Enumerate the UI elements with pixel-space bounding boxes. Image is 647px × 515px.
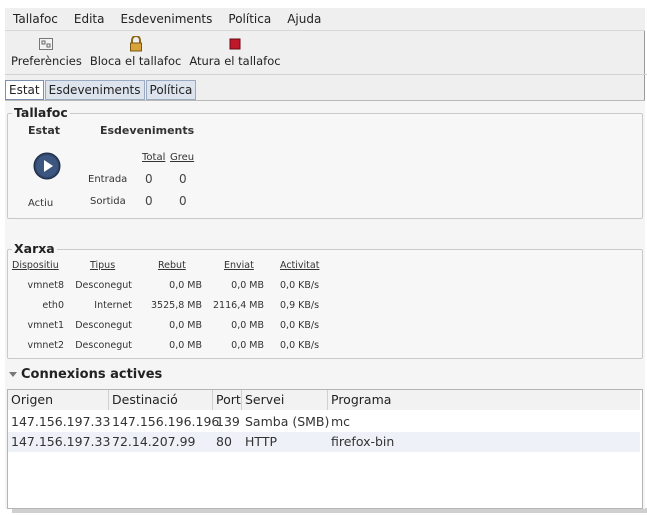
connection-cell-port: 80: [216, 434, 232, 449]
network-cell-dispositiu: vmnet2: [27, 340, 64, 351]
entrada-label: Entrada: [88, 174, 128, 185]
network-cell-dispositiu: vmnet8: [27, 280, 64, 291]
network-cell-enviat: 0,0 MB: [231, 320, 264, 331]
total-header[interactable]: Total: [142, 152, 165, 163]
network-cell-rebut: 0,0 MB: [169, 340, 202, 351]
col-rebut[interactable]: Rebut: [158, 260, 186, 271]
col-dispositiu[interactable]: Dispositiu: [12, 260, 59, 271]
sortida-total-value: 0: [145, 194, 153, 208]
network-cell-enviat: 0,0 MB: [231, 340, 264, 351]
network-cell-tipus: Desconegut: [75, 320, 132, 331]
col-tipus[interactable]: Tipus: [90, 260, 115, 271]
tab-esdeveniments[interactable]: Esdeveniments: [44, 80, 145, 100]
connection-cell-destinacio: 147.156.196.196: [112, 414, 220, 429]
esdeveniments-header: Esdeveniments: [100, 124, 195, 137]
connection-row[interactable]: 147.156.197.33 147.156.196.196 139 Samba (S…: [8, 412, 640, 432]
play-icon[interactable]: [33, 152, 61, 183]
col-enviat[interactable]: Enviat: [224, 260, 254, 271]
preferences-label: Preferències: [11, 54, 82, 68]
connection-cell-port: 139: [216, 414, 240, 429]
network-cell-activitat: 0,0 KB/s: [280, 320, 320, 331]
firestarter-window: Tallafoc Edita Esdeveniments Política Aj…: [5, 8, 647, 509]
col-origen[interactable]: Origen: [8, 390, 109, 410]
tab-politica[interactable]: Política: [145, 80, 197, 100]
firewall-status: Actiu: [28, 198, 54, 209]
network-cell-tipus: Internet: [94, 300, 132, 311]
firewall-title: Tallafoc: [12, 105, 70, 120]
connection-cell-programa: mc: [331, 414, 351, 429]
lock-firewall-button[interactable]: Bloca el tallafoc: [86, 30, 185, 68]
network-cell-dispositiu: vmnet1: [27, 320, 64, 331]
connections-title: Connexions actives: [21, 366, 163, 382]
firewall-frame: Tallafoc Estat Esdeveniments Total Greu …: [7, 105, 643, 219]
connection-cell-origen: 147.156.197.33: [11, 414, 111, 429]
preferences-icon: [37, 36, 55, 52]
entrada-total-value: 0: [145, 172, 153, 186]
expander-arrow-icon: [9, 367, 17, 381]
network-cell-activitat: 0,0 KB/s: [280, 280, 320, 291]
connection-cell-programa: firefox-bin: [331, 434, 395, 449]
menu-tallafoc[interactable]: Tallafoc: [5, 12, 66, 26]
entrada-greu-value: 0: [179, 172, 187, 186]
col-destinacio[interactable]: Destinació: [109, 390, 213, 410]
col-programa[interactable]: Programa: [328, 390, 640, 410]
stop-firewall-label: Atura el tallafoc: [189, 54, 281, 68]
tab-estat[interactable]: Estat: [5, 80, 44, 100]
network-cell-tipus: Desconegut: [75, 340, 132, 351]
connection-cell-servei: HTTP: [245, 434, 277, 449]
padlock-icon: [127, 36, 145, 52]
menu-bar: Tallafoc Edita Esdeveniments Política Aj…: [5, 8, 645, 31]
sortida-greu-value: 0: [179, 194, 187, 208]
connections-table: Origen Destinació Port Servei Programa 1…: [7, 389, 643, 509]
col-port[interactable]: Port: [213, 390, 242, 410]
sortida-label: Sortida: [90, 196, 126, 207]
menu-ajuda[interactable]: Ajuda: [279, 12, 329, 26]
network-cell-activitat: 0,0 KB/s: [280, 340, 320, 351]
col-activitat[interactable]: Activitat: [280, 260, 319, 271]
col-servei[interactable]: Servei: [242, 390, 328, 410]
tab-bar: Estat Esdeveniments Política: [5, 80, 197, 100]
network-cell-rebut: 0,0 MB: [169, 320, 202, 331]
status-panel: Tallafoc Estat Esdeveniments Total Greu …: [5, 100, 645, 509]
stop-icon: [226, 36, 244, 52]
menu-edita[interactable]: Edita: [66, 12, 113, 26]
network-cell-dispositiu: eth0: [42, 300, 64, 311]
network-cell-rebut: 0,0 MB: [169, 280, 202, 291]
connections-expander[interactable]: Connexions actives: [5, 365, 645, 383]
estat-header: Estat: [28, 124, 61, 137]
greu-header[interactable]: Greu: [170, 152, 194, 163]
network-cell-activitat: 0,9 KB/s: [280, 300, 320, 311]
connection-cell-destinacio: 72.14.207.99: [112, 434, 196, 449]
network-cell-enviat: 2116,4 MB: [213, 300, 264, 311]
network-cell-rebut: 3525,8 MB: [151, 300, 202, 311]
connection-cell-origen: 147.156.197.33: [11, 434, 111, 449]
connection-cell-servei: Samba (SMB): [245, 414, 330, 429]
stop-firewall-button[interactable]: Atura el tallafoc: [185, 30, 284, 68]
network-cell-enviat: 0,0 MB: [231, 280, 264, 291]
preferences-button[interactable]: Preferències: [7, 30, 86, 68]
network-cell-tipus: Desconegut: [75, 280, 132, 291]
lock-firewall-label: Bloca el tallafoc: [89, 54, 182, 68]
network-title: Xarxa: [12, 241, 57, 256]
menu-esdeveniments[interactable]: Esdeveniments: [112, 12, 220, 26]
connection-row[interactable]: 147.156.197.33 72.14.207.99 80 HTTP firefox-…: [8, 432, 640, 452]
menu-politica[interactable]: Política: [220, 12, 279, 26]
network-frame: Xarxa Dispositiu Tipus Rebut Enviat Acti…: [7, 241, 643, 359]
toolbar: Preferències Bloca el tallafoc Atura el …: [5, 30, 647, 75]
